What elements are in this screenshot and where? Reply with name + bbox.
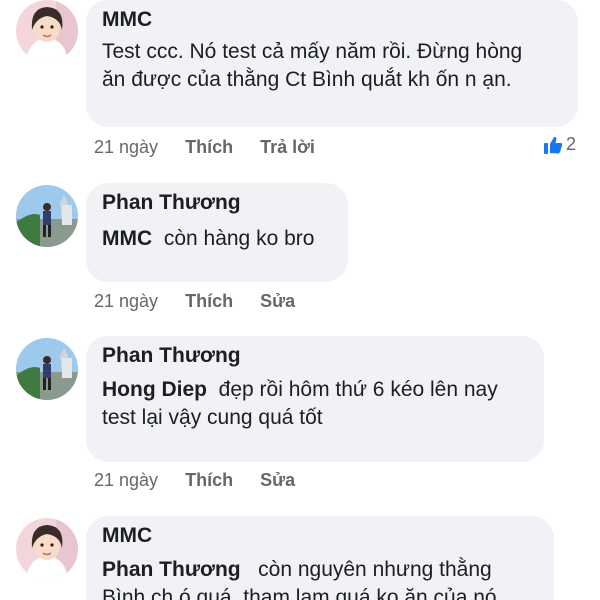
avatar[interactable] — [16, 185, 78, 247]
comment-time[interactable]: 21 ngày — [94, 137, 158, 158]
reaction-count: 2 — [565, 134, 576, 154]
mention-tag[interactable]: Phan Thương — [102, 558, 241, 581]
like-button[interactable]: Thích — [185, 291, 233, 312]
comment-time[interactable]: 21 ngày — [94, 291, 158, 312]
thumbs-up-icon — [543, 136, 563, 154]
edit-button[interactable]: Sửa — [260, 470, 295, 491]
avatar[interactable] — [16, 338, 78, 400]
comment-text: Test ccc. Nó test cả mấy năm rồi. Đừng h… — [102, 40, 523, 91]
reply-button[interactable]: Trả lời — [260, 137, 315, 158]
avatar[interactable] — [16, 0, 78, 62]
comment-text: Phan Thương còn nguyên nhưng thằng Bình … — [102, 556, 532, 600]
comment-bubble: Phan Thương MMC còn hàng ko bro — [86, 183, 348, 282]
mention-tag[interactable]: MMC — [102, 227, 152, 250]
comment-actions: 21 ngày Thích Trả lời — [94, 137, 337, 158]
comment-item: Phan Thương Hong Diep đẹp rồi hôm thứ 6 … — [0, 336, 600, 506]
comment-item: MMC Test ccc. Nó test cả mấy năm rồi. Đừ… — [0, 0, 600, 170]
comment-text: MMC còn hàng ko bro — [102, 225, 314, 253]
comment-actions: 21 ngày Thích Sửa — [94, 470, 317, 491]
comment-author[interactable]: MMC — [102, 8, 152, 32]
edit-button[interactable]: Sửa — [260, 291, 295, 312]
like-button[interactable]: Thích — [185, 470, 233, 491]
comment-bubble: MMC Test ccc. Nó test cả mấy năm rồi. Đừ… — [86, 0, 578, 127]
comment-bubble: MMC Phan Thương còn nguyên nhưng thằng B… — [86, 516, 554, 600]
comment-thread: MMC Test ccc. Nó test cả mấy năm rồi. Đừ… — [0, 0, 600, 600]
reaction-summary[interactable]: 2 — [543, 134, 576, 155]
mention-tag[interactable]: Hong Diep — [102, 378, 207, 401]
comment-author[interactable]: MMC — [102, 524, 152, 548]
comment-text: Hong Diep đẹp rồi hôm thứ 6 kéo lên nay … — [102, 376, 522, 432]
avatar[interactable] — [16, 518, 78, 580]
comment-bubble: Phan Thương Hong Diep đẹp rồi hôm thứ 6 … — [86, 336, 544, 462]
comment-item: MMC Phan Thương còn nguyên nhưng thằng B… — [0, 516, 600, 600]
comment-message: còn hàng ko bro — [163, 227, 315, 250]
comment-author[interactable]: Phan Thương — [102, 344, 241, 368]
comment-time[interactable]: 21 ngày — [94, 470, 158, 491]
comment-author[interactable]: Phan Thương — [102, 191, 241, 215]
like-button[interactable]: Thích — [185, 137, 233, 158]
comment-item: Phan Thương MMC còn hàng ko bro 21 ngày … — [0, 183, 600, 323]
comment-actions: 21 ngày Thích Sửa — [94, 291, 317, 312]
